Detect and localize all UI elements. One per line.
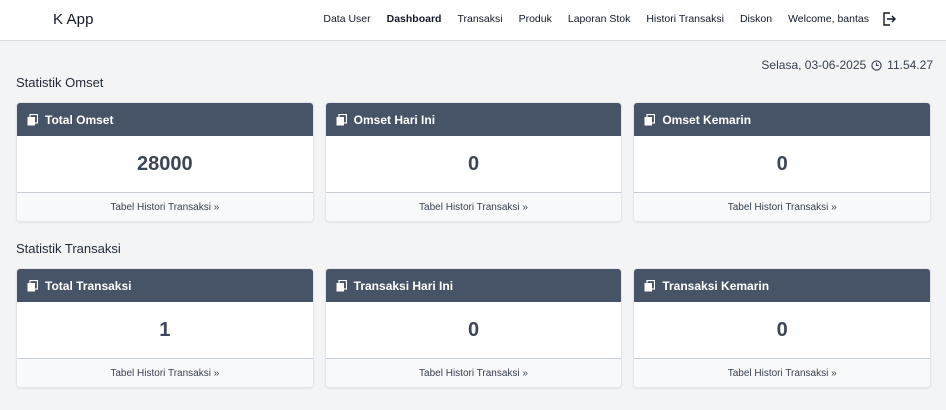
copy-icon xyxy=(644,279,656,291)
card-value: 0 xyxy=(325,302,622,359)
nav-histori-transaksi[interactable]: Histori Transaksi xyxy=(646,13,724,25)
card-footer-link[interactable]: Tabel Histori Transaksi » xyxy=(325,359,622,387)
stat-card-transaksi-kemarin: Transaksi Kemarin 0 Tabel Histori Transa… xyxy=(633,268,932,388)
copy-icon xyxy=(336,113,347,125)
card-footer-link[interactable]: Tabel Histori Transaksi » xyxy=(17,359,313,387)
card-header: Total Omset xyxy=(17,103,313,136)
card-footer-link[interactable]: Tabel Histori Transaksi » xyxy=(634,193,931,221)
nav-links: Data User Dashboard Transaksi Produk Lap… xyxy=(323,13,869,25)
card-title: Omset Kemarin xyxy=(662,112,752,127)
time-text: 11.54.27 xyxy=(887,58,933,72)
card-footer-link[interactable]: Tabel Histori Transaksi » xyxy=(325,193,622,221)
stat-card-total-omset: Total Omset 28000 Tabel Histori Transaks… xyxy=(16,102,314,222)
clock-icon xyxy=(871,59,882,71)
nav-diskon[interactable]: Diskon xyxy=(740,13,772,25)
card-header: Transaksi Hari Ini xyxy=(325,269,622,302)
copy-icon xyxy=(27,279,38,291)
section-title-transaksi: Statistik Transaksi xyxy=(16,241,121,256)
copy-icon xyxy=(336,279,347,291)
omset-cards: Total Omset 28000 Tabel Histori Transaks… xyxy=(16,102,932,222)
transaksi-cards: Total Transaksi 1 Tabel Histori Transaks… xyxy=(16,268,932,388)
copy-icon xyxy=(644,113,656,125)
stat-card-omset-kemarin: Omset Kemarin 0 Tabel Histori Transaksi … xyxy=(633,102,932,222)
stat-card-transaksi-hari-ini: Transaksi Hari Ini 0 Tabel Histori Trans… xyxy=(324,268,623,388)
card-title: Total Transaksi xyxy=(45,278,132,293)
copy-icon xyxy=(27,113,38,125)
nav-transaksi[interactable]: Transaksi xyxy=(457,13,502,25)
nav-data-user[interactable]: Data User xyxy=(323,13,370,25)
card-header: Omset Hari Ini xyxy=(325,103,622,136)
welcome-user[interactable]: Welcome, bantas xyxy=(788,13,869,25)
nav-produk[interactable]: Produk xyxy=(519,13,552,25)
nav-dashboard[interactable]: Dashboard xyxy=(387,13,442,25)
card-footer-link[interactable]: Tabel Histori Transaksi » xyxy=(17,193,313,221)
stat-card-total-transaksi: Total Transaksi 1 Tabel Histori Transaks… xyxy=(16,268,314,388)
card-value: 0 xyxy=(634,136,931,193)
card-value: 0 xyxy=(325,136,622,193)
card-value: 1 xyxy=(17,302,313,359)
card-header: Total Transaksi xyxy=(17,269,313,302)
card-header: Transaksi Kemarin xyxy=(634,269,931,302)
card-title: Omset Hari Ini xyxy=(353,112,436,127)
card-title: Transaksi Kemarin xyxy=(662,278,770,293)
section-title-omset: Statistik Omset xyxy=(16,75,104,90)
card-title: Total Omset xyxy=(45,112,114,127)
date-text: Selasa, 03-06-2025 xyxy=(761,58,867,72)
navbar: K App Data User Dashboard Transaksi Prod… xyxy=(0,0,946,41)
card-value: 0 xyxy=(634,302,931,359)
card-value: 28000 xyxy=(17,136,313,193)
card-title: Transaksi Hari Ini xyxy=(353,278,454,293)
brand-logo[interactable]: K App xyxy=(53,11,94,28)
stat-card-omset-hari-ini: Omset Hari Ini 0 Tabel Histori Transaksi… xyxy=(324,102,623,222)
datetime: Selasa, 03-06-2025 11.54.27 xyxy=(761,58,933,72)
nav-laporan-stok[interactable]: Laporan Stok xyxy=(568,13,630,25)
card-header: Omset Kemarin xyxy=(634,103,931,136)
logout-icon[interactable] xyxy=(881,11,897,27)
card-footer-link[interactable]: Tabel Histori Transaksi » xyxy=(634,359,931,387)
